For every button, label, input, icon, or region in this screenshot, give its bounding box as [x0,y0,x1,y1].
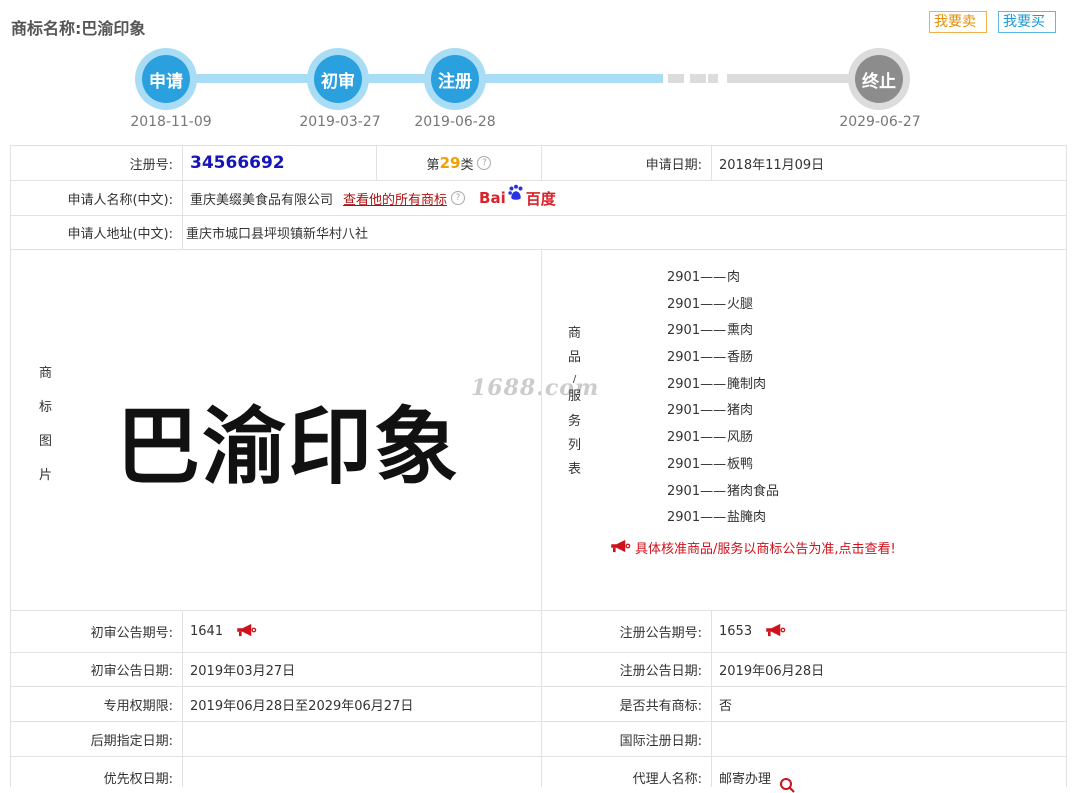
reg-date-value: 2019年06月28日 [719,664,825,679]
prelim-issue-label: 初审公告期号: [90,626,173,641]
list-item: 2901——熏肉 [667,323,754,339]
table-row: 申请人名称(中文): 重庆美缀美食品有限公司 查看他的所有商标 ? Bai 百度 [10,181,1067,216]
buy-button[interactable]: 我要买 [998,11,1056,33]
table-row: 初审公告期号: 1641 注册公告期号: 1653 [10,611,1067,653]
search-icon[interactable] [779,777,795,793]
step-label: 终止 [855,55,903,103]
agent-label: 代理人名称: [632,772,702,787]
view-all-trademarks-link[interactable]: 查看他的所有商标 [343,189,447,208]
help-icon[interactable]: ? [477,156,492,170]
reg-issue-cell: 1653 [712,611,1067,652]
prelim-date-value: 2019年03月27日 [190,664,296,679]
reg-issue-value: 1653 [719,624,753,639]
later-date-label: 后期指定日期: [90,733,173,749]
page-title: 商标名称:巴渝印象 [11,15,145,39]
services-list-label: 商 品 / 服 务 列 表 [568,326,582,477]
prelim-date-label: 初审公告日期: [90,664,173,679]
timeline-dash [690,74,706,83]
intl-date-value [712,722,1067,756]
services-list: 2901——肉 2901——火腿 2901——熏肉 2901——香肠 2901—… [667,265,779,532]
reg-no-cell: 34566692 [183,146,376,180]
address-label: 申请人地址(中文): [67,227,173,242]
table-row: 初审公告日期: 2019年03月27日 注册公告日期: 2019年06月28日 [10,653,1067,687]
baidu-text-left: Bai [479,189,506,207]
agent-cell: 邮寄办理 [712,757,1067,793]
list-item: 2901——猪肉食品 [667,483,780,499]
timeline-progress-bar [166,74,663,83]
table-row: 注册号: 34566692 第 29 类 ? 申请日期: 2018年11月09日 [10,145,1067,181]
sell-button[interactable]: 我要卖 [929,11,987,33]
list-item: 2901——香肠 [667,350,754,366]
help-icon[interactable]: ? [451,191,466,205]
step-label: 初审 [314,55,362,103]
timeline-step-terminate: 终止 [848,48,910,110]
step-date: 2019-03-27 [299,114,381,130]
agent-value: 邮寄办理 [719,772,772,787]
table-row: 优先权日期: 代理人名称: 邮寄办理 [10,757,1067,793]
step-date: 2019-06-28 [414,114,496,130]
table-row: 专用权期限: 2019年06月28日至2029年06月27日 是否共有商标: 否 [10,687,1067,722]
table-row: 申请人地址(中文): 重庆市城口县坪坝镇新华村八社 [10,216,1067,250]
reg-date-label: 注册公告日期: [619,664,702,679]
applicant-label: 申请人名称(中文): [67,192,173,208]
baidu-search-button[interactable]: Bai 百度 [479,184,556,209]
trademark-image: 巴渝印象 [116,397,461,496]
timeline-dash [668,74,684,83]
step-date: 2029-06-27 [839,114,921,130]
address-value: 重庆市城口县坪坝镇新华村八社 [186,227,369,242]
baidu-text-right: 百度 [525,189,556,208]
exclusive-label: 专用权期限: [103,698,173,714]
priority-label: 优先权日期: [103,772,173,787]
table-row: 商 标 图 片 巴渝印象 1688.com 商 品 / 服 务 列 表 2901… [10,250,1067,611]
prelim-issue-value: 1641 [190,624,224,639]
list-item: 2901——板鸭 [667,456,754,472]
timeline-step-prelim: 初审 [307,48,369,110]
timeline-dash [708,74,718,83]
reg-issue-label: 注册公告期号: [619,626,702,641]
shared-value: 否 [719,698,733,714]
reg-no-label: 注册号: [129,157,173,173]
megaphone-icon[interactable] [764,623,786,637]
class-number: 29 [439,154,461,172]
class-suffix: 类 [460,157,474,173]
list-item: 2901——火腿 [667,296,754,312]
applicant-cell: 重庆美缀美食品有限公司 查看他的所有商标 ? Bai 百度 [183,181,1067,215]
apply-date-label: 申请日期: [645,157,702,173]
megaphone-icon [611,539,631,552]
megaphone-icon[interactable] [235,623,257,637]
class-cell: 第 29 类 ? [377,146,541,180]
trademark-image-label: 商 标 图 片 [39,366,53,483]
timeline-step-apply: 申请 [135,48,197,110]
intl-date-label: 国际注册日期: [619,733,702,749]
baidu-paw-icon [508,184,523,200]
applicant-value: 重庆美缀美食品有限公司 [190,192,334,208]
trademark-name: 巴渝印象 [81,19,146,38]
apply-date-value: 2018年11月09日 [719,157,825,173]
prelim-issue-cell: 1641 [183,611,541,652]
list-item: 2901——风肠 [667,430,754,446]
trademark-name-label: 商标名称: [11,19,82,38]
timeline-step-register: 注册 [424,48,486,110]
list-item: 2901——盐腌肉 [667,510,767,526]
table-row: 后期指定日期: 国际注册日期: [10,722,1067,757]
services-notice-link[interactable]: 具体核准商品/服务以商标公告为准,点击查看! [609,538,896,557]
exclusive-value: 2019年06月28日至2029年06月27日 [190,698,414,714]
step-label: 申请 [142,55,190,103]
list-item: 2901——肉 [667,270,741,285]
reg-no-value: 34566692 [190,153,285,173]
step-date: 2018-11-09 [130,114,212,130]
shared-label: 是否共有商标: [619,698,702,714]
class-prefix: 第 [426,157,440,173]
list-item: 2901——猪肉 [667,403,754,419]
priority-value [183,757,541,787]
list-item: 2901——腌制肉 [667,376,767,392]
step-label: 注册 [431,55,479,103]
later-date-value [183,722,541,756]
